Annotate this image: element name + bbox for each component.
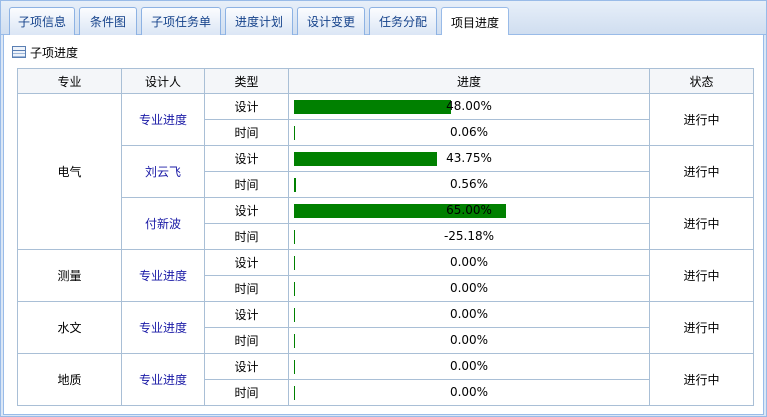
designer-link[interactable]: 专业进度 [139,269,187,283]
tab-condition-map[interactable]: 条件图 [79,7,137,35]
grid-icon [12,46,26,58]
progress-cell: 0.00% [288,327,650,354]
progress-bar-track: 43.75% [290,147,649,171]
progress-cell: 0.00% [288,249,650,276]
table-row: 付新波 设计 65.00% 进行中 [18,197,754,250]
progress-cell: 0.00% [288,353,650,380]
progress-percent: -25.18% [443,229,495,243]
progress-bar-track: 0.00% [290,329,649,353]
subitem-progress-panel: 子项进度 专业 设计人 类型 进度 状态 电气 专业进度 设计 48.00% 进行中 时间… [3,35,764,415]
progress-cell: 0.56% [288,171,650,198]
progress-percent: 43.75% [446,151,492,165]
progress-percent: 0.00% [449,385,489,399]
type-cell: 设计 [204,353,289,380]
designer-link[interactable]: 专业进度 [139,373,187,387]
progress-cell: 0.00% [288,275,650,302]
type-cell: 时间 [204,379,289,406]
designer-cell: 专业进度 [121,353,205,406]
progress-bar-track: -25.18% [290,225,649,249]
table-row: 测量 专业进度 设计 0.00% 进行中 [17,249,754,302]
progress-bar-track: 48.00% [290,95,649,119]
tab-progress-plan[interactable]: 进度计划 [225,7,293,35]
progress-bar-track: 0.56% [290,173,649,197]
panel-title: 子项进度 [30,45,79,60]
status-cell: 进行中 [649,197,754,250]
tab-subitem-task-list[interactable]: 子项任务单 [141,7,221,35]
progress-percent: 0.00% [449,307,489,321]
discipline-cell: 地质 [17,353,122,406]
progress-bar-track: 0.00% [290,277,649,301]
type-cell: 时间 [204,171,289,198]
status-cell: 进行中 [649,353,754,406]
col-header-status: 状态 [649,68,754,94]
col-header-designer: 设计人 [121,68,205,94]
type-cell: 设计 [204,301,289,328]
panel-header: 子项进度 [12,43,78,61]
type-cell: 时间 [204,275,289,302]
type-cell: 时间 [204,119,289,146]
progress-cell: 43.75% [288,145,650,172]
progress-bar-track: 0.00% [290,303,649,327]
designer-cell: 专业进度 [121,93,205,146]
progress-percent: 65.00% [446,203,492,217]
discipline-cell: 电气 [17,93,122,250]
progress-percent: 0.00% [449,281,489,295]
progress-bar-track: 0.00% [290,251,649,275]
progress-table: 专业 设计人 类型 进度 状态 电气 专业进度 设计 48.00% 进行中 时间 0.06%… [17,68,754,406]
status-cell: 进行中 [649,249,754,302]
designer-link[interactable]: 专业进度 [139,321,187,335]
progress-percent: 0.00% [449,359,489,373]
tab-project-progress[interactable]: 项目进度 [441,7,509,36]
status-cell: 进行中 [649,301,754,354]
window-frame: 子项信息 条件图 子项任务单 进度计划 设计变更 任务分配 项目进度 子项进度 … [0,0,767,417]
progress-percent: 0.06% [449,125,489,139]
tab-task-assignment[interactable]: 任务分配 [369,7,437,35]
progress-cell: -25.18% [288,223,650,250]
progress-cell: 65.00% [288,197,650,224]
designer-cell: 付新波 [121,197,205,250]
table-header-row: 专业 设计人 类型 进度 状态 [17,68,754,94]
status-cell: 进行中 [649,93,754,146]
discipline-cell: 测量 [17,249,122,302]
designer-cell: 专业进度 [121,301,205,354]
type-cell: 设计 [204,197,289,224]
progress-percent: 0.00% [449,255,489,269]
progress-cell: 0.00% [288,379,650,406]
designer-link[interactable]: 刘云飞 [145,165,181,179]
table-row: 地质 专业进度 设计 0.00% 进行中 [17,353,754,406]
progress-cell: 0.00% [288,301,650,328]
type-cell: 设计 [204,93,289,120]
table-row: 水文 专业进度 设计 0.00% 进行中 [17,301,754,354]
status-cell: 进行中 [649,145,754,198]
progress-bar-track: 0.00% [290,381,649,405]
col-header-discipline: 专业 [17,68,122,94]
table-row: 电气 专业进度 设计 48.00% 进行中 [17,93,754,250]
table-row: 刘云飞 设计 43.75% 进行中 [18,145,754,198]
progress-bar-track: 0.06% [290,121,649,145]
col-header-progress: 进度 [288,68,650,94]
discipline-cell: 水文 [17,301,122,354]
progress-cell: 0.06% [288,119,650,146]
type-cell: 时间 [204,327,289,354]
progress-bar-track: 0.00% [290,355,649,379]
progress-bar-track: 65.00% [290,199,649,223]
type-cell: 时间 [204,223,289,250]
progress-percent: 0.56% [449,177,489,191]
designer-link[interactable]: 专业进度 [139,113,187,127]
designer-cell: 刘云飞 [121,145,205,198]
tab-strip: 子项信息 条件图 子项任务单 进度计划 设计变更 任务分配 项目进度 [1,1,766,36]
tab-subitem-info[interactable]: 子项信息 [9,7,75,35]
tab-design-change[interactable]: 设计变更 [297,7,365,35]
col-header-type: 类型 [204,68,289,94]
type-cell: 设计 [204,249,289,276]
type-cell: 设计 [204,145,289,172]
designer-link[interactable]: 付新波 [145,217,181,231]
designer-cell: 专业进度 [121,249,205,302]
progress-percent: 0.00% [449,333,489,347]
progress-percent: 48.00% [446,99,492,113]
progress-cell: 48.00% [288,93,650,120]
